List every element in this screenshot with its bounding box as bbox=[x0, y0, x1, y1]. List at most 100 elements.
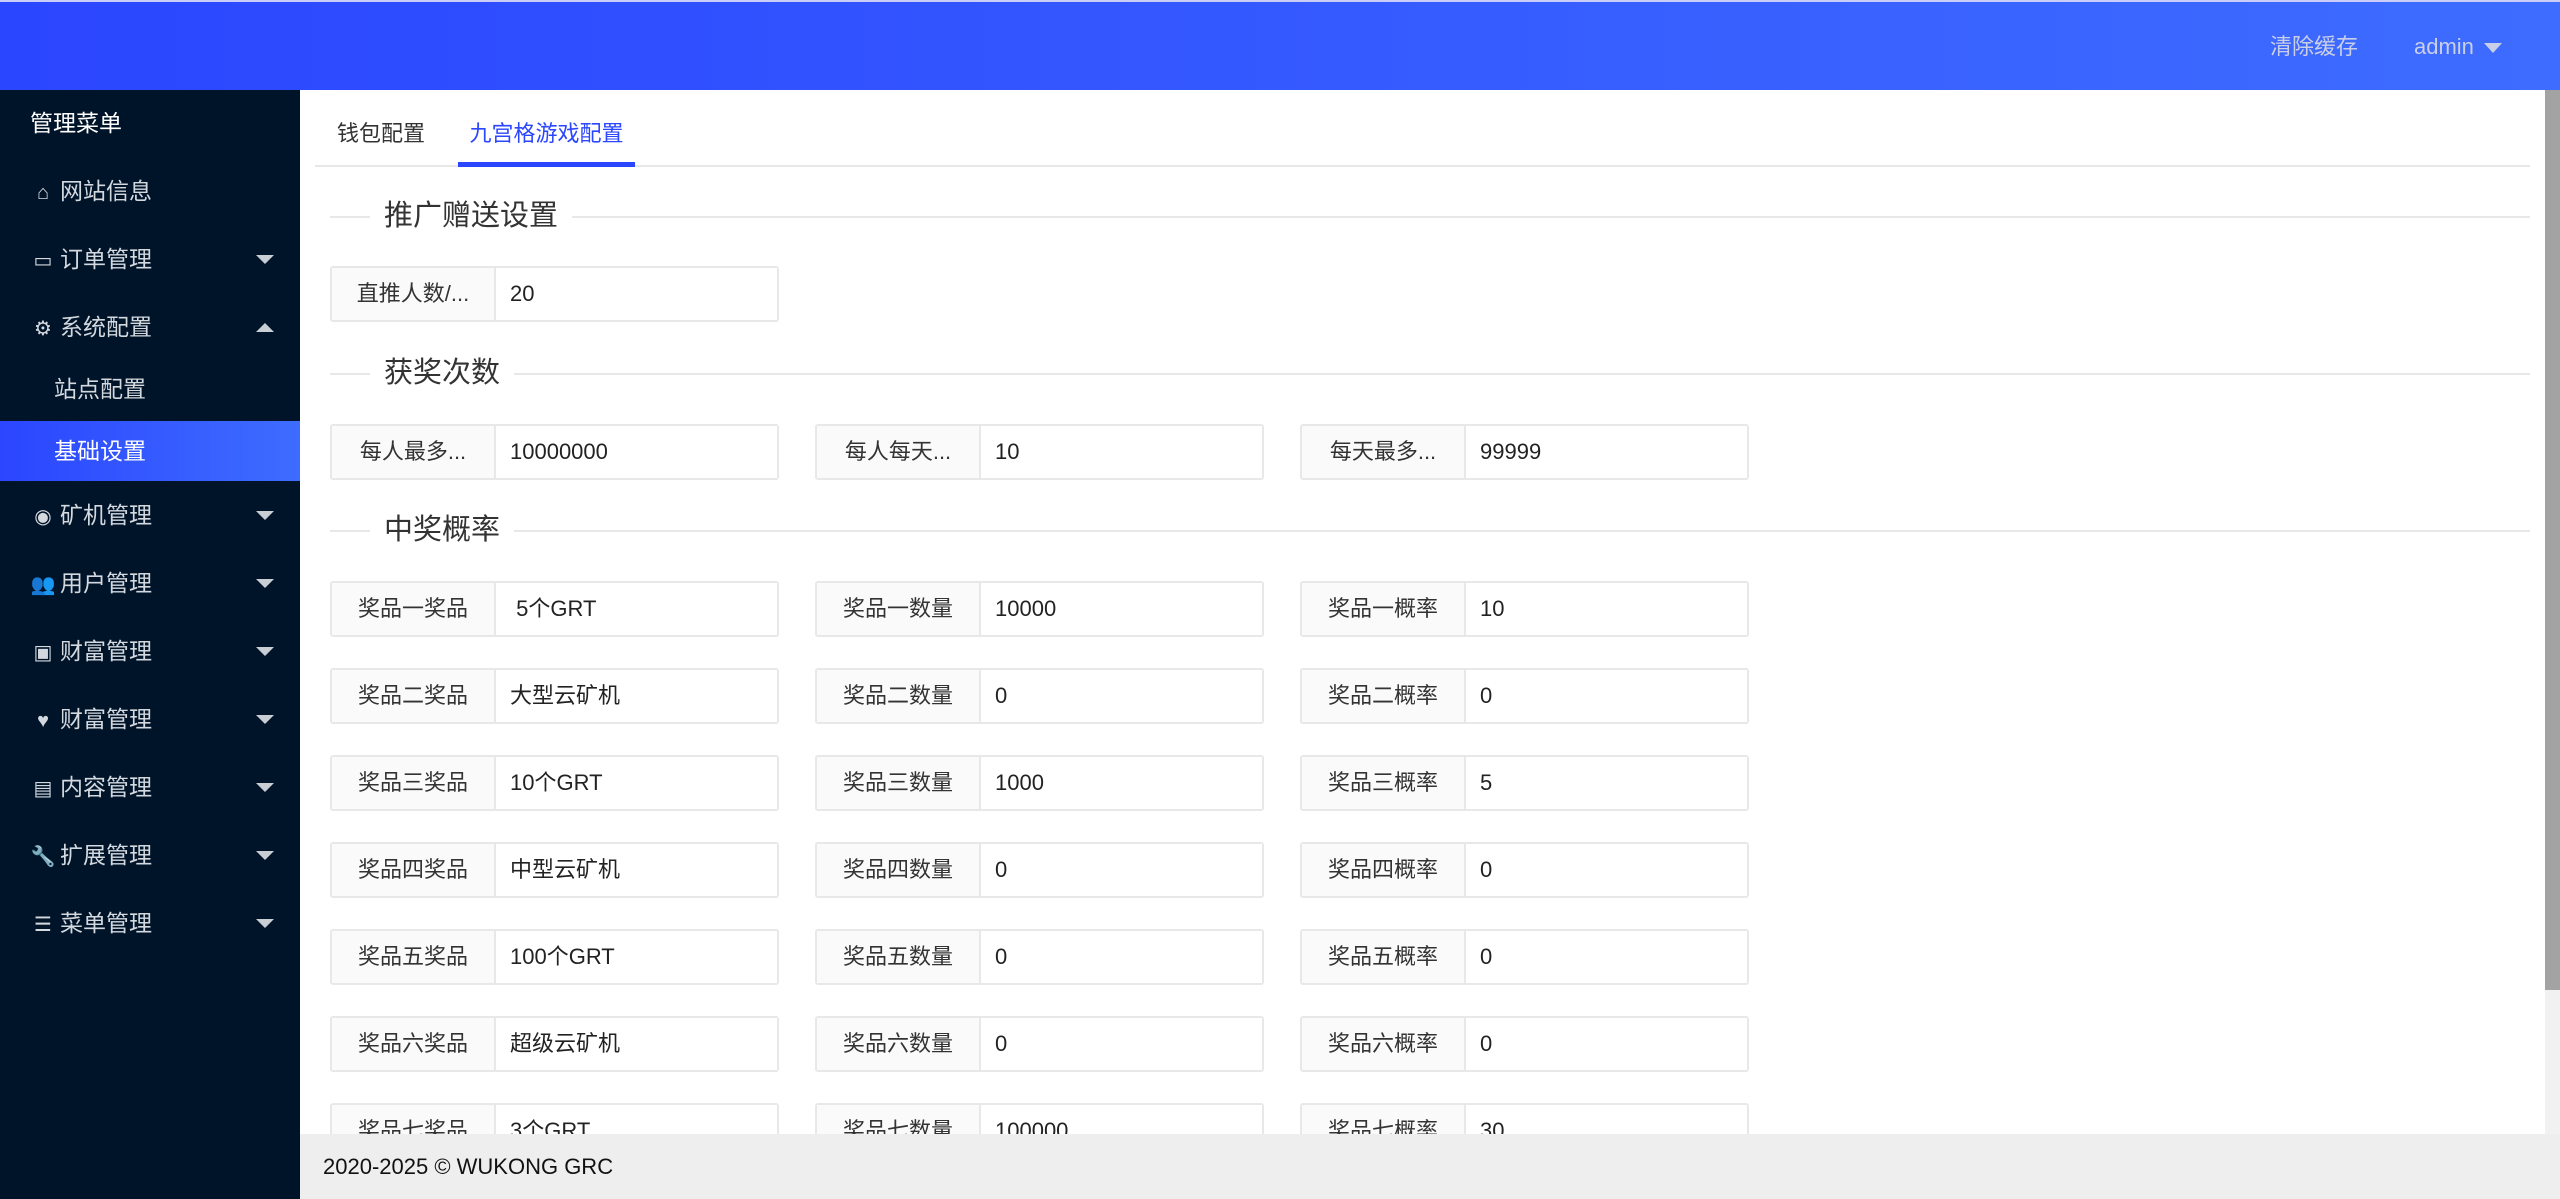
field-input[interactable]: 99999 bbox=[1466, 426, 1747, 478]
field-input[interactable]: 0 bbox=[981, 670, 1262, 722]
field-input[interactable]: 20 bbox=[496, 268, 777, 320]
form-field: 奖品七奖品 3个GRT bbox=[330, 1103, 779, 1134]
cogs-icon: ⚙ bbox=[34, 318, 52, 340]
form-field: 奖品三奖品 10个GRT bbox=[330, 755, 779, 811]
field-input[interactable]: 1000 bbox=[981, 757, 1262, 809]
field-label: 直推人数/... bbox=[332, 268, 496, 320]
field-input[interactable]: 0 bbox=[981, 1018, 1262, 1070]
users-icon: 👥 bbox=[30, 574, 56, 596]
user-name: admin bbox=[2414, 34, 2474, 59]
field-label: 每人最多... bbox=[332, 426, 496, 478]
field-input[interactable]: 3个GRT bbox=[496, 1105, 777, 1134]
tab-grid-game-config[interactable]: 九宫格游戏配置 bbox=[458, 90, 635, 167]
form-field: 奖品四奖品 中型云矿机 bbox=[330, 842, 779, 898]
field-input[interactable]: 100000 bbox=[981, 1105, 1262, 1134]
sidebar-item[interactable]: 👥 用户管理 bbox=[0, 553, 300, 613]
field-label: 奖品六数量 bbox=[817, 1018, 981, 1070]
field-input[interactable]: 0 bbox=[1466, 844, 1747, 896]
field-input[interactable]: 10000 bbox=[981, 583, 1262, 635]
sidebar-item-label: 网站信息 bbox=[60, 178, 152, 204]
sidebar-item[interactable]: ▣ 财富管理 bbox=[0, 621, 300, 681]
field-input[interactable]: 0 bbox=[981, 844, 1262, 896]
field-input[interactable]: 0 bbox=[1466, 1018, 1747, 1070]
form-field: 奖品五概率 0 bbox=[1300, 929, 1749, 985]
field-input[interactable]: 大型云矿机 bbox=[496, 670, 777, 722]
form-field: 奖品七数量 100000 bbox=[815, 1103, 1264, 1134]
sidebar-title: 管理菜单 bbox=[30, 110, 122, 136]
form-field: 奖品四数量 0 bbox=[815, 842, 1264, 898]
form-field: 奖品六数量 0 bbox=[815, 1016, 1264, 1072]
form-field: 奖品二奖品 大型云矿机 bbox=[330, 668, 779, 724]
field-label: 奖品三概率 bbox=[1302, 757, 1466, 809]
field-input[interactable]: 10 bbox=[981, 426, 1262, 478]
field-input[interactable]: 30 bbox=[1466, 1105, 1747, 1134]
clear-cache-link[interactable]: 清除缓存 bbox=[2270, 2, 2358, 92]
field-input[interactable]: 5个GRT bbox=[496, 583, 777, 635]
sidebar-item[interactable]: ⚙ 系统配置 bbox=[0, 297, 300, 357]
tab-bar: 钱包配置 九宫格游戏配置 bbox=[315, 90, 2530, 167]
sidebar-item-label: 扩展管理 bbox=[60, 842, 152, 868]
field-label: 奖品六奖品 bbox=[332, 1018, 496, 1070]
form-field: 奖品五数量 0 bbox=[815, 929, 1264, 985]
main-content: 钱包配置 九宫格游戏配置 推广赠送设置 获奖次数 中奖概率 直推人数/... 20… bbox=[300, 90, 2545, 1134]
field-label: 奖品一概率 bbox=[1302, 583, 1466, 635]
caret-down-icon bbox=[256, 919, 274, 928]
field-label: 奖品七概率 bbox=[1302, 1105, 1466, 1134]
sidebar-item-label: 菜单管理 bbox=[60, 910, 152, 936]
form-field: 每人最多... 10000000 bbox=[330, 424, 779, 480]
caret-up-icon bbox=[256, 323, 274, 332]
sidebar-item[interactable]: 基础设置 bbox=[0, 421, 300, 481]
sidebar-item[interactable]: ⌂ 网站信息 bbox=[0, 161, 300, 221]
field-input[interactable]: 超级云矿机 bbox=[496, 1018, 777, 1070]
field-input[interactable]: 0 bbox=[1466, 670, 1747, 722]
scrollbar[interactable] bbox=[2545, 90, 2560, 1134]
field-input[interactable]: 100个GRT bbox=[496, 931, 777, 983]
sidebar-item[interactable]: 🔧 扩展管理 bbox=[0, 825, 300, 885]
sidebar-item[interactable]: ▤ 内容管理 bbox=[0, 757, 300, 817]
field-label: 奖品二数量 bbox=[817, 670, 981, 722]
form-field: 奖品七概率 30 bbox=[1300, 1103, 1749, 1134]
sidebar-item[interactable]: ☰ 菜单管理 bbox=[0, 893, 300, 953]
field-label: 奖品四奖品 bbox=[332, 844, 496, 896]
scrollbar-thumb[interactable] bbox=[2545, 90, 2560, 990]
wrench-icon: 🔧 bbox=[30, 846, 56, 868]
credit-card-icon: ▭ bbox=[33, 250, 53, 272]
tab-wallet-config[interactable]: 钱包配置 bbox=[337, 90, 437, 167]
field-label: 奖品四数量 bbox=[817, 844, 981, 896]
field-label: 奖品五概率 bbox=[1302, 931, 1466, 983]
section-wins: 获奖次数 bbox=[330, 353, 2530, 393]
field-input[interactable]: 0 bbox=[981, 931, 1262, 983]
form-field: 奖品六概率 0 bbox=[1300, 1016, 1749, 1072]
field-input[interactable]: 中型云矿机 bbox=[496, 844, 777, 896]
field-input[interactable]: 10000000 bbox=[496, 426, 777, 478]
field-input[interactable]: 10 bbox=[1466, 583, 1747, 635]
field-label: 奖品七数量 bbox=[817, 1105, 981, 1134]
field-label: 奖品六概率 bbox=[1302, 1018, 1466, 1070]
caret-down-icon bbox=[256, 579, 274, 588]
rebel-icon: ◉ bbox=[34, 506, 52, 528]
field-input[interactable]: 10个GRT bbox=[496, 757, 777, 809]
field-label: 奖品五数量 bbox=[817, 931, 981, 983]
section-title: 获奖次数 bbox=[370, 353, 515, 393]
field-input[interactable]: 0 bbox=[1466, 931, 1747, 983]
form-field: 直推人数/... 20 bbox=[330, 266, 779, 322]
copyright: 2020-2025 © WUKONG GRC bbox=[323, 1154, 614, 1179]
caret-down-icon bbox=[256, 783, 274, 792]
section-title: 中奖概率 bbox=[370, 510, 515, 550]
form-field: 奖品一数量 10000 bbox=[815, 581, 1264, 637]
field-label: 奖品三数量 bbox=[817, 757, 981, 809]
sidebar-item[interactable]: ♥ 财富管理 bbox=[0, 689, 300, 749]
user-menu[interactable]: admin bbox=[2414, 2, 2502, 92]
sidebar-item[interactable]: 站点配置 bbox=[0, 359, 300, 419]
sidebar-item[interactable]: ◉ 矿机管理 bbox=[0, 485, 300, 545]
form-field: 奖品三数量 1000 bbox=[815, 755, 1264, 811]
sidebar-item-label: 内容管理 bbox=[60, 774, 152, 800]
field-input[interactable]: 5 bbox=[1466, 757, 1747, 809]
sidebar-item[interactable]: ▭ 订单管理 bbox=[0, 229, 300, 289]
caret-down-icon bbox=[256, 851, 274, 860]
field-label: 奖品一数量 bbox=[817, 583, 981, 635]
bars-icon: ☰ bbox=[34, 914, 52, 936]
section-rate: 中奖概率 bbox=[330, 510, 2530, 550]
sidebar-item-label: 财富管理 bbox=[60, 638, 152, 664]
home-icon: ⌂ bbox=[36, 182, 50, 204]
